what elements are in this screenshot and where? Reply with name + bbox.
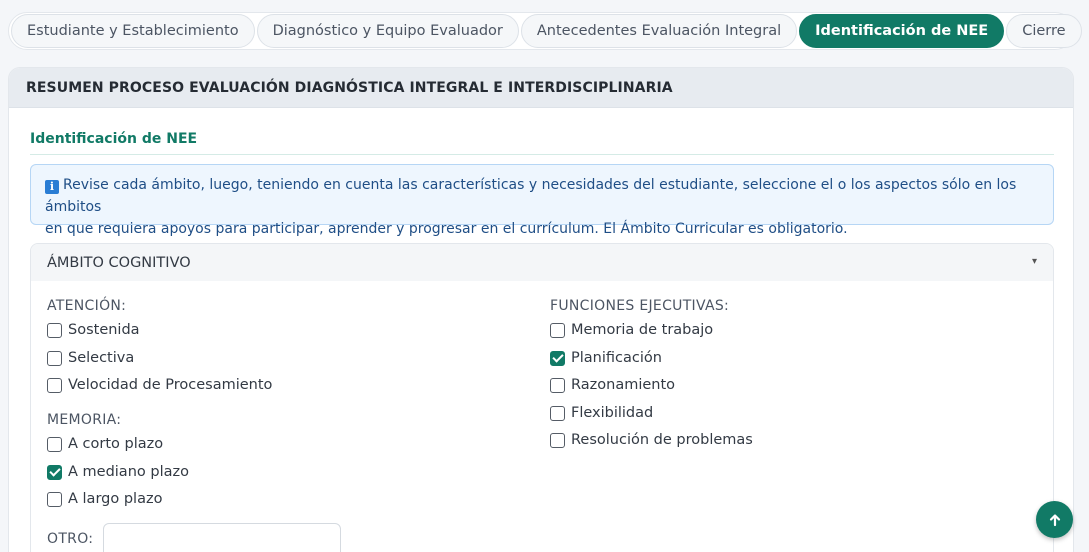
checkbox-row[interactable]: Velocidad de Procesamiento (47, 377, 272, 393)
checkbox-row[interactable]: Selectiva (47, 350, 134, 366)
checkbox-label: A largo plazo (68, 491, 163, 507)
checkbox-row[interactable]: A largo plazo (47, 491, 162, 507)
checkbox-row[interactable]: Resolución de problemas (550, 432, 753, 448)
otro-label: OTRO: (47, 531, 94, 547)
ambito-cognitivo-header[interactable]: ÁMBITO COGNITIVO ▾ (31, 244, 1053, 281)
arrow-up-icon (1049, 513, 1060, 526)
checkbox-mediano-plazo[interactable] (47, 464, 62, 480)
checkbox-label: Selectiva (68, 350, 135, 366)
summary-card: RESUMEN PROCESO EVALUACIÓN DIAGNÓSTICA I… (8, 67, 1074, 552)
tab-diagnostico-equipo[interactable]: Diagnóstico y Equipo Evaluador (256, 14, 519, 48)
ambito-cognitivo-panel: ÁMBITO COGNITIVO ▾ ATENCIÓN: Sostenida S… (30, 243, 1054, 552)
checkbox-memoria-trabajo[interactable] (550, 322, 565, 338)
checkbox-label: Razonamiento (571, 377, 676, 393)
checkbox-resolucion-problemas[interactable] (550, 432, 565, 448)
chevron-down-icon[interactable]: ▾ (1032, 256, 1037, 267)
checkbox-label: A corto plazo (68, 436, 164, 452)
checkbox-flexibilidad[interactable] (550, 405, 565, 421)
checkbox-label: Flexibilidad (571, 405, 654, 421)
tab-bar: Estudiante y Establecimiento Diagnóstico… (8, 12, 1082, 50)
panel-title: ÁMBITO COGNITIVO (47, 254, 191, 271)
checkbox-label: Sostenida (68, 322, 140, 338)
checkbox-row[interactable]: Sostenida (47, 322, 140, 338)
tab-identificacion-nee[interactable]: Identificación de NEE (799, 14, 1005, 48)
section-divider (30, 154, 1054, 155)
checkbox-row[interactable]: Flexibilidad (550, 405, 653, 421)
info-icon: i (45, 180, 59, 194)
checkbox-row[interactable]: Planificación (550, 350, 662, 366)
checkbox-row[interactable]: A corto plazo (47, 436, 163, 452)
checkbox-corto-plazo[interactable] (47, 436, 62, 452)
otro-input[interactable] (103, 523, 341, 552)
checkbox-label: Velocidad de Procesamiento (68, 377, 273, 393)
tab-cierre[interactable]: Cierre (1006, 14, 1082, 48)
checkbox-row[interactable]: A mediano plazo (47, 464, 189, 480)
checkbox-label: Resolución de problemas (571, 432, 753, 448)
checkbox-velocidad-procesamiento[interactable] (47, 377, 62, 393)
info-alert: i Revise cada ámbito, luego, teniendo en … (30, 164, 1054, 237)
section-title: Identificación de NEE (30, 131, 198, 147)
checkbox-sostenida[interactable] (47, 322, 62, 338)
tab-antecedentes[interactable]: Antecedentes Evaluación Integral (520, 14, 798, 48)
checkbox-largo-plazo[interactable] (47, 491, 62, 507)
info-text-line1: Revise cada ámbito, luego, teniendo en c… (45, 177, 1017, 215)
checkbox-row[interactable]: Razonamiento (550, 377, 675, 393)
scroll-top-button[interactable] (1036, 501, 1073, 538)
checkbox-planificacion[interactable] (550, 350, 565, 366)
checkbox-label: Planificación (571, 350, 662, 366)
checkbox-selectiva[interactable] (47, 350, 62, 366)
checkbox-row[interactable]: Memoria de trabajo (550, 322, 713, 338)
checkbox-label: Memoria de trabajo (571, 322, 714, 338)
tab-estudiante-establecimiento[interactable]: Estudiante y Establecimiento (11, 14, 255, 48)
checkbox-label: A mediano plazo (68, 464, 189, 480)
memoria-label: MEMORIA: (47, 412, 122, 428)
funciones-ejecutivas-label: FUNCIONES EJECUTIVAS: (550, 298, 730, 314)
info-text-line2: en que requiera apoyos para participar, … (45, 221, 848, 237)
atencion-label: ATENCIÓN: (47, 298, 127, 314)
checkbox-razonamiento[interactable] (550, 377, 565, 393)
card-header: RESUMEN PROCESO EVALUACIÓN DIAGNÓSTICA I… (9, 68, 1073, 108)
